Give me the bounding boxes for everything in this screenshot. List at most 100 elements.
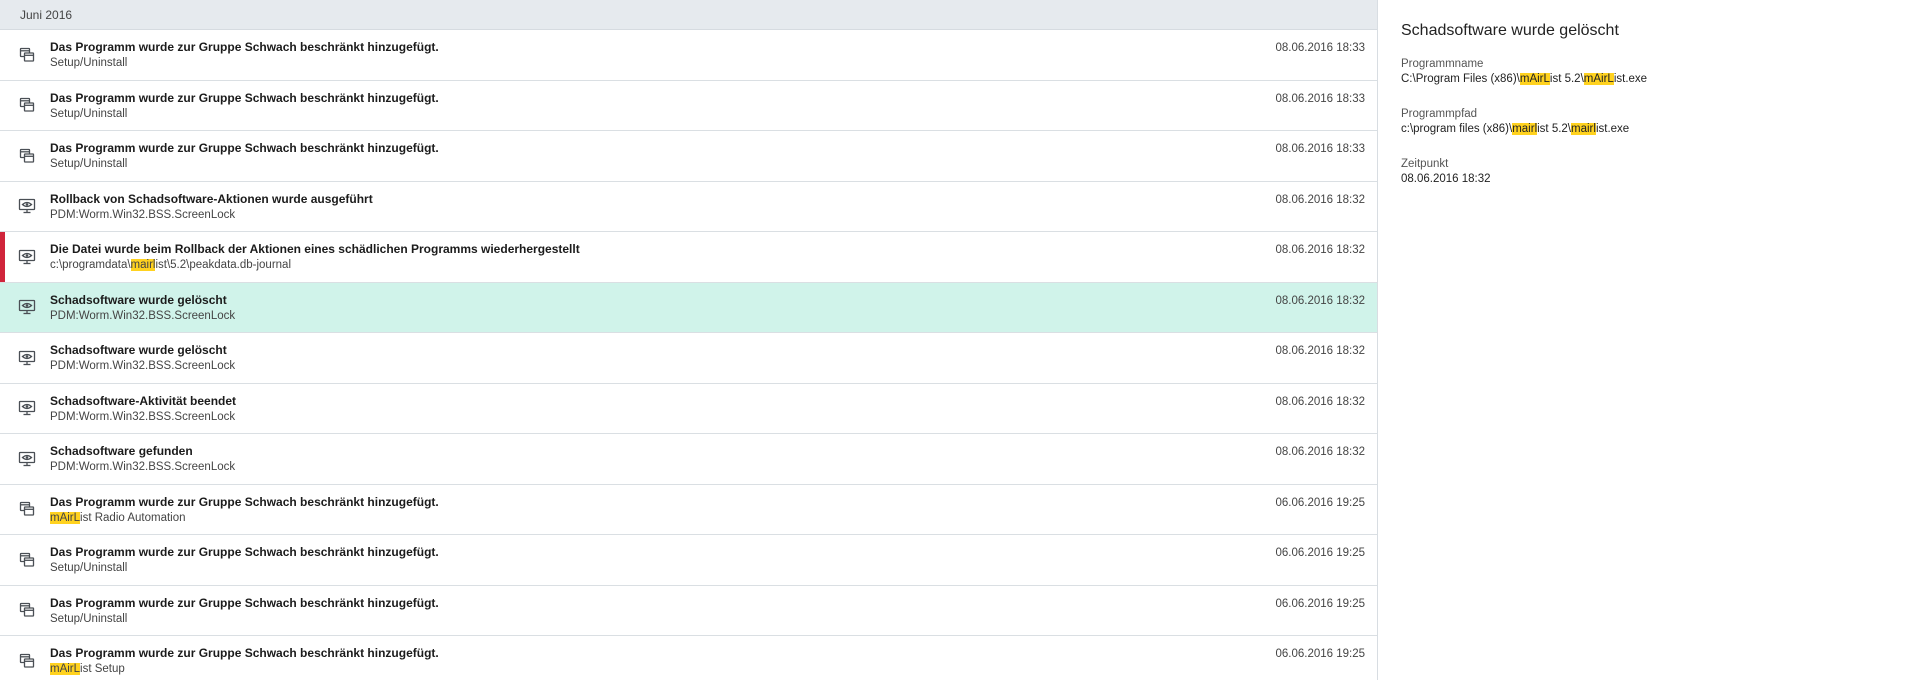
detail-fields: Programmname C:\Program Files (x86)\mAirL…: [1401, 58, 1920, 185]
monitor-eye-icon: [0, 384, 50, 434]
event-row[interactable]: Schadsoftware wurde gelöscht PDM:Worm.Win…: [0, 282, 1377, 333]
text-segment: ist.exe: [1595, 123, 1630, 135]
monitor-eye-icon: [0, 434, 50, 484]
event-texts: Das Programm wurde zur Gruppe Schwach be…: [50, 485, 1237, 526]
event-subtitle: PDM:Worm.Win32.BSS.ScreenLock: [50, 358, 1237, 374]
event-subtitle: PDM:Worm.Win32.BSS.ScreenLock: [50, 459, 1237, 475]
event-row[interactable]: Die Datei wurde beim Rollback der Aktion…: [0, 232, 1377, 283]
event-subtitle: Setup/Uninstall: [50, 560, 1237, 576]
search-highlight: mairl: [1571, 123, 1596, 135]
alert-marker: [0, 232, 5, 282]
event-subtitle: mAirList Setup: [50, 661, 1237, 677]
search-highlight: mAirL: [1583, 73, 1614, 85]
event-title: Das Programm wurde zur Gruppe Schwach be…: [50, 494, 439, 509]
event-title: Schadsoftware gefunden: [50, 444, 193, 458]
event-title: Schadsoftware-Aktivität beendet: [50, 393, 237, 408]
program-window-icon: [0, 30, 50, 80]
text-segment: PDM:Worm.Win32.BSS.ScreenLock: [50, 208, 236, 221]
search-highlight: mAirL: [50, 663, 81, 675]
text-segment: PDM:Worm.Win32.BSS.ScreenLock: [50, 410, 236, 423]
text-segment: Setup/Uninstall: [50, 158, 128, 170]
monitor-eye-icon: [0, 333, 50, 383]
program-window-icon: [0, 535, 50, 585]
event-row[interactable]: Schadsoftware wurde gelöscht PDM:Worm.Win…: [0, 333, 1377, 384]
text-segment: Setup/Uninstall: [50, 612, 128, 625]
event-title: Schadsoftware wurde gelöscht: [50, 292, 227, 307]
event-subtitle: PDM:Worm.Win32.BSS.ScreenLock: [50, 207, 1237, 223]
event-row[interactable]: Das Programm wurde zur Gruppe Schwach be…: [0, 131, 1377, 182]
event-subtitle: Setup/Uninstall: [50, 156, 1237, 172]
event-subtitle: c:\programdata\mairlist\5.2\peakdata.db-…: [50, 257, 1237, 273]
event-row[interactable]: Das Programm wurde zur Gruppe Schwach be…: [0, 30, 1377, 81]
search-highlight: mairl: [1512, 123, 1538, 135]
text-segment: 08.06.2016 18:32: [1401, 173, 1491, 185]
text-segment: Setup/Uninstall: [50, 562, 128, 574]
event-title: Das Programm wurde zur Gruppe Schwach be…: [50, 595, 439, 610]
event-row[interactable]: Rollback von Schadsoftware-Aktionen wurd…: [0, 182, 1377, 232]
event-title: Das Programm wurde zur Gruppe Schwach be…: [50, 141, 439, 155]
event-texts: Das Programm wurde zur Gruppe Schwach be…: [50, 131, 1237, 172]
text-segment: Setup/Uninstall: [50, 57, 128, 69]
event-title: Das Programm wurde zur Gruppe Schwach be…: [50, 40, 439, 54]
event-row[interactable]: Das Programm wurde zur Gruppe Schwach be…: [0, 535, 1377, 586]
event-timestamp: 06.06.2016 19:25: [1275, 648, 1365, 660]
detail-panel: Schadsoftware wurde gelöscht Programmnam…: [1378, 0, 1920, 680]
text-segment: ist\5.2\peakdata.db-journal: [155, 259, 292, 271]
event-title: Rollback von Schadsoftware-Aktionen wurd…: [50, 191, 373, 206]
text-segment: PDM:Worm.Win32.BSS.ScreenLock: [50, 360, 236, 372]
monitor-eye-icon: [0, 283, 50, 333]
event-timestamp: 08.06.2016 18:32: [1275, 294, 1365, 307]
event-subtitle: PDM:Worm.Win32.BSS.ScreenLock: [50, 409, 1237, 425]
program-window-icon: [0, 131, 50, 181]
program-window-icon: [0, 586, 50, 636]
text-segment: ist 5.2\: [1549, 73, 1584, 85]
event-title: Das Programm wurde zur Gruppe Schwach be…: [50, 646, 439, 660]
search-highlight: mAirL: [50, 511, 81, 524]
event-row[interactable]: Das Programm wurde zur Gruppe Schwach be…: [0, 636, 1377, 680]
event-texts: Schadsoftware wurde gelöscht PDM:Worm.Win…: [50, 283, 1237, 324]
event-timestamp: 08.06.2016 18:33: [1275, 42, 1365, 54]
event-row[interactable]: Schadsoftware-Aktivität beendet PDM:Worm.…: [0, 384, 1377, 434]
event-row[interactable]: Das Programm wurde zur Gruppe Schwach be…: [0, 485, 1377, 535]
event-title: Das Programm wurde zur Gruppe Schwach be…: [50, 90, 439, 105]
event-texts: Schadsoftware wurde gelöscht PDM:Worm.Win…: [50, 333, 1237, 374]
event-row[interactable]: Das Programm wurde zur Gruppe Schwach be…: [0, 586, 1377, 636]
event-subtitle: Setup/Uninstall: [50, 55, 1237, 71]
search-highlight: mAirL: [1519, 73, 1550, 85]
group-header-label: Juni 2016: [20, 8, 73, 22]
text-segment: ist 5.2\: [1537, 123, 1572, 135]
event-timestamp: 08.06.2016 18:32: [1275, 244, 1365, 256]
event-list: Juni 2016 Das Programm wurde zur Gruppe …: [0, 0, 1378, 680]
event-texts: Das Programm wurde zur Gruppe Schwach be…: [50, 586, 1237, 627]
group-header: Juni 2016: [0, 0, 1377, 30]
event-timestamp: 08.06.2016 18:33: [1275, 143, 1365, 155]
event-texts: Das Programm wurde zur Gruppe Schwach be…: [50, 535, 1237, 576]
program-window-icon: [0, 81, 50, 131]
event-timestamp: 06.06.2016 19:25: [1275, 547, 1365, 559]
text-segment: c:\program files (x86)\: [1401, 123, 1513, 135]
program-window-icon: [0, 636, 50, 680]
event-row[interactable]: Das Programm wurde zur Gruppe Schwach be…: [0, 81, 1377, 131]
event-texts: Schadsoftware gefunden PDM:Worm.Win32.BSS…: [50, 434, 1237, 475]
monitor-eye-icon: [0, 182, 50, 232]
detail-field-value: 08.06.2016 18:32: [1401, 173, 1920, 185]
event-subtitle: PDM:Worm.Win32.BSS.ScreenLock: [50, 308, 1237, 324]
app-window: Juni 2016 Das Programm wurde zur Gruppe …: [0, 0, 1920, 680]
monitor-eye-icon: [0, 232, 50, 282]
event-title: Das Programm wurde zur Gruppe Schwach be…: [50, 545, 439, 559]
detail-field-label: Programmname: [1401, 58, 1484, 70]
search-highlight: mairl: [130, 259, 156, 271]
detail-field-value: c:\program files (x86)\mairlist 5.2\mair…: [1401, 123, 1920, 135]
text-segment: ist Setup: [80, 663, 125, 675]
event-timestamp: 08.06.2016 18:32: [1275, 193, 1365, 206]
event-timestamp: 08.06.2016 18:32: [1275, 446, 1365, 458]
event-subtitle: Setup/Uninstall: [50, 611, 1237, 627]
program-window-icon: [0, 485, 50, 535]
event-texts: Schadsoftware-Aktivität beendet PDM:Worm.…: [50, 384, 1237, 425]
detail-field-label: Programmpfad: [1401, 108, 1478, 120]
event-texts: Das Programm wurde zur Gruppe Schwach be…: [50, 81, 1237, 122]
detail-field-value: C:\Program Files (x86)\mAirList 5.2\mAir…: [1401, 73, 1920, 85]
event-row[interactable]: Schadsoftware gefunden PDM:Worm.Win32.BSS…: [0, 434, 1377, 485]
text-segment: Setup/Uninstall: [50, 107, 128, 120]
event-title: Die Datei wurde beim Rollback der Aktion…: [50, 242, 580, 256]
